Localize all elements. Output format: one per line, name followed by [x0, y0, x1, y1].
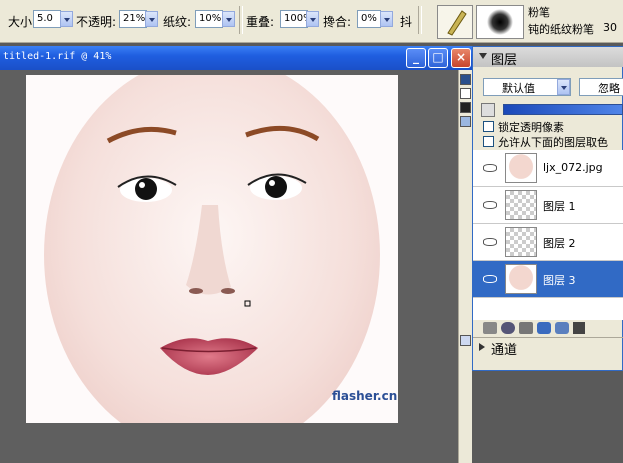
- composite-method-dropdown[interactable]: [557, 79, 570, 95]
- blend-label: 搀合:: [323, 15, 352, 29]
- layer-toolbar: [479, 320, 619, 336]
- collapse-icon[interactable]: [479, 53, 487, 59]
- document-title: titled-1.rif @ 41%: [3, 51, 112, 62]
- layer-thumbnail: [505, 264, 537, 294]
- ignore-label: 忽略: [598, 82, 620, 95]
- panel-header[interactable]: 图层: [473, 47, 623, 68]
- texture-dropdown[interactable]: [222, 11, 235, 27]
- separator: [239, 6, 243, 34]
- texture-label: 纸纹:: [163, 15, 192, 29]
- layer-command-icon[interactable]: [483, 322, 497, 334]
- color-swatch[interactable]: [460, 74, 471, 85]
- opacity-dropdown[interactable]: [145, 11, 158, 27]
- group-icon[interactable]: [555, 322, 569, 334]
- layer-thumbnail: [505, 190, 537, 220]
- layer-list: ljx_072.jpg 图层 1 图层 2 图层 3: [473, 150, 623, 320]
- eye-icon[interactable]: [483, 275, 497, 283]
- document-canvas[interactable]: flasher.cn: [26, 75, 398, 423]
- opacity-field[interactable]: 21%: [119, 10, 147, 28]
- brush-size-value: 30: [603, 21, 617, 34]
- dynamic-plugin-icon[interactable]: [501, 322, 515, 334]
- layer-row-3[interactable]: 图层 3: [473, 261, 623, 298]
- chalk-icon: [447, 10, 467, 36]
- brush-category-button[interactable]: [437, 5, 473, 39]
- delete-layer-icon[interactable]: [573, 322, 585, 334]
- layer-name: 图层 1: [543, 200, 576, 213]
- mask-icon[interactable]: [537, 322, 551, 334]
- overlap-dropdown[interactable]: [306, 11, 319, 27]
- scroll-icon[interactable]: [460, 335, 471, 346]
- overlap-label: 重叠:: [246, 15, 275, 29]
- size-label: 大小: [8, 15, 33, 29]
- eye-icon[interactable]: [483, 238, 497, 246]
- color-strip: [458, 70, 473, 463]
- channels-section[interactable]: 通道: [473, 337, 623, 358]
- ignore-field[interactable]: 忽略: [579, 78, 623, 96]
- overlap-field[interactable]: 100%: [280, 10, 313, 28]
- layer-row-empty: [473, 298, 623, 320]
- blend-field[interactable]: 0%: [357, 10, 381, 28]
- layer-name: 图层 2: [543, 237, 576, 250]
- composite-method-value: 默认值: [502, 82, 535, 95]
- opacity-slider[interactable]: [503, 104, 623, 115]
- eye-icon[interactable]: [483, 201, 497, 209]
- workspace-background: [472, 371, 623, 463]
- opacity-label: 不透明:: [76, 15, 117, 29]
- pick-up-checkbox[interactable]: [483, 121, 494, 132]
- close-icon: ×: [455, 50, 467, 64]
- layer-name: ljx_072.jpg: [543, 161, 603, 174]
- property-bar: 大小 5.0 不透明: 21% 纸纹: 10% 重叠: 100% 搀合: 0% …: [0, 0, 623, 43]
- face-artwork: [26, 75, 398, 423]
- texture-field[interactable]: 10%: [195, 10, 223, 28]
- layer-name: 图层 3: [543, 274, 576, 287]
- minimize-icon: _: [413, 50, 419, 64]
- brush-variant-name: 钝的纸纹粉笔: [528, 23, 594, 36]
- layer-row-ljx-072[interactable]: ljx_072.jpg: [473, 150, 623, 187]
- pick-up-label: 锁定透明像素: [498, 121, 564, 134]
- expand-icon[interactable]: [479, 343, 485, 351]
- watermark: flasher.cn: [332, 389, 398, 403]
- color-swatch[interactable]: [460, 102, 471, 113]
- layer-thumbnail: [505, 153, 537, 183]
- brush-stroke-icon: [487, 9, 513, 35]
- channels-label: 通道: [491, 343, 518, 358]
- size-dropdown[interactable]: [60, 11, 73, 27]
- eye-icon[interactable]: [483, 164, 497, 172]
- layer-row-1[interactable]: 图层 1: [473, 187, 623, 224]
- grid-icon[interactable]: [460, 88, 471, 99]
- size-field[interactable]: 5.0: [33, 10, 61, 28]
- close-button[interactable]: ×: [451, 48, 471, 68]
- maximize-icon: □: [432, 50, 444, 64]
- brush-category-name: 粉笔: [528, 6, 550, 19]
- minimize-button[interactable]: _: [406, 48, 426, 68]
- document-title-bar: titled-1.rif @ 41% _ □ ×: [0, 46, 472, 70]
- new-layer-icon[interactable]: [519, 322, 533, 334]
- layer-options-icon[interactable]: [481, 103, 495, 117]
- brush-variant-button[interactable]: [476, 5, 524, 39]
- separator: [418, 6, 422, 34]
- maximize-button[interactable]: □: [428, 48, 448, 68]
- color-swatch[interactable]: [460, 116, 471, 127]
- layer-thumbnail: [505, 227, 537, 257]
- pick-below-checkbox[interactable]: [483, 136, 494, 147]
- layer-row-2[interactable]: 图层 2: [473, 224, 623, 261]
- pick-below-label: 允许从下面的图层取色: [498, 136, 608, 149]
- panel-title: 图层: [491, 53, 518, 68]
- layers-panel: 图层 默认值 忽略 锁定透明像素 允许从下面的图层取色 ljx_072.jpg …: [472, 46, 623, 371]
- blend-dropdown[interactable]: [380, 11, 393, 27]
- jitter-label: 抖: [400, 15, 413, 29]
